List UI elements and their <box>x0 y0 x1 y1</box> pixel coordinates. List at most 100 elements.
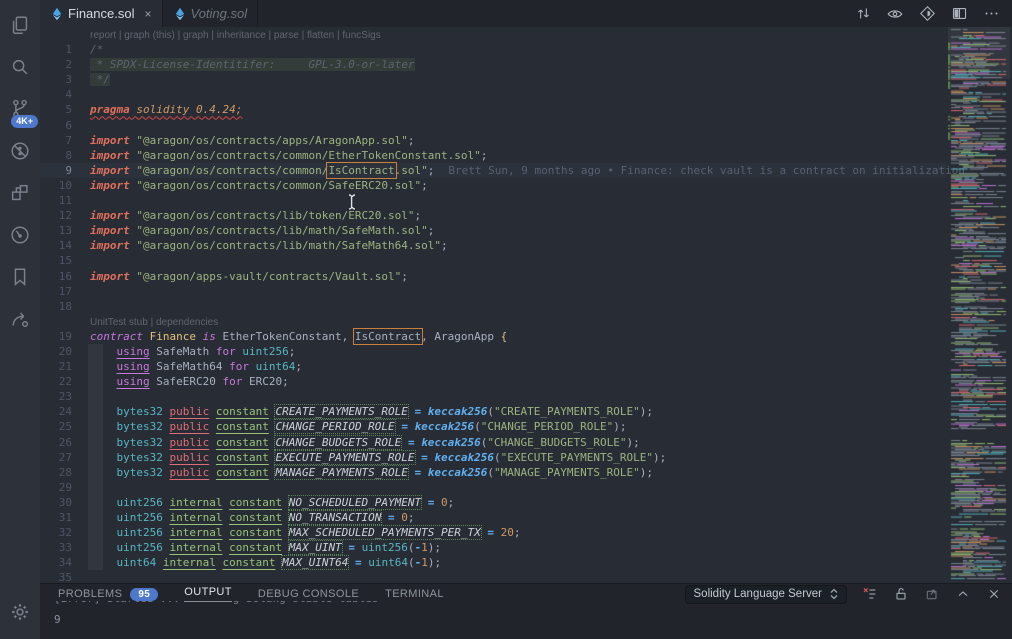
code-line[interactable]: 15 <box>40 253 946 268</box>
code-line[interactable]: 3 */ <box>40 72 946 87</box>
line-number[interactable]: 28 <box>40 465 72 480</box>
code-line[interactable]: 27 bytes32 public constant EXECUTE_PAYME… <box>40 450 946 465</box>
code-line[interactable]: 12import "@aragon/os/contracts/lib/token… <box>40 208 946 223</box>
line-number[interactable]: 7 <box>40 133 72 148</box>
code-line[interactable]: 31 uint256 internal constant NO_TRANSACT… <box>40 510 946 525</box>
line-number[interactable]: 17 <box>40 284 72 299</box>
line-number[interactable]: 10 <box>40 178 72 193</box>
code-line[interactable]: 11 <box>40 193 946 208</box>
code-line[interactable]: 30 uint256 internal constant NO_SCHEDULE… <box>40 495 946 510</box>
code-line[interactable]: 17 <box>40 284 946 299</box>
codelens[interactable]: UnitTest stub | dependencies <box>40 314 946 329</box>
codelens-text[interactable]: report | graph (this) | graph | inherita… <box>40 30 381 41</box>
code-line[interactable]: 25 bytes32 public constant CHANGE_PERIOD… <box>40 419 946 434</box>
code-line[interactable]: 18 <box>40 299 946 314</box>
line-number[interactable]: 30 <box>40 495 72 510</box>
code-line[interactable]: 1/* <box>40 42 946 57</box>
line-number[interactable]: 33 <box>40 540 72 555</box>
line-number[interactable]: 26 <box>40 435 72 450</box>
code-line[interactable]: 4 <box>40 87 946 102</box>
code-line[interactable]: 35 <box>40 570 946 583</box>
code-editor[interactable]: report | graph (this) | graph | inherita… <box>40 27 1012 583</box>
line-number[interactable]: 18 <box>40 299 72 314</box>
gauge-icon[interactable] <box>0 214 40 256</box>
line-number[interactable]: 15 <box>40 253 72 268</box>
code-line[interactable]: 10import "@aragon/os/contracts/common/Sa… <box>40 178 946 193</box>
line-number[interactable]: 13 <box>40 223 72 238</box>
tab-voting-sol[interactable]: Voting.sol <box>163 0 259 27</box>
line-number[interactable]: 22 <box>40 374 72 389</box>
code-line[interactable]: 32 uint256 internal constant MAX_SCHEDUL… <box>40 525 946 540</box>
code-line[interactable]: 24 bytes32 public constant CREATE_PAYMEN… <box>40 404 946 419</box>
line-number[interactable]: 20 <box>40 344 72 359</box>
line-number[interactable]: 6 <box>40 118 72 133</box>
minimap[interactable] <box>948 27 1010 583</box>
line-number[interactable]: 24 <box>40 404 72 419</box>
panel-tab-terminal[interactable]: TERMINAL <box>385 586 444 602</box>
share-icon[interactable] <box>0 298 40 340</box>
codelens[interactable]: report | graph (this) | graph | inherita… <box>40 27 946 42</box>
line-number[interactable]: 12 <box>40 208 72 223</box>
panel-tab-problems[interactable]: PROBLEMS95 <box>58 586 158 602</box>
output-content[interactable]: [Error] Started ... Scanning Solang stab… <box>40 601 1012 639</box>
line-number[interactable]: 35 <box>40 570 72 583</box>
line-number[interactable]: 21 <box>40 359 72 374</box>
line-number[interactable]: 27 <box>40 450 72 465</box>
clear-output-icon[interactable] <box>862 586 878 602</box>
code-line[interactable]: 6 <box>40 118 946 133</box>
line-number[interactable]: 31 <box>40 510 72 525</box>
code-line[interactable]: 34 uint64 internal constant MAX_UINT64 =… <box>40 555 946 570</box>
code-line[interactable]: 14import "@aragon/os/contracts/lib/math/… <box>40 238 946 253</box>
code-line[interactable]: 13import "@aragon/os/contracts/lib/math/… <box>40 223 946 238</box>
code-line[interactable]: 21 using SafeMath64 for uint64; <box>40 359 946 374</box>
code-line[interactable]: 2 * SPDX-License-Identitifer: GPL-3.0-or… <box>40 57 946 72</box>
panel-tab-debug-console[interactable]: DEBUG CONSOLE <box>258 586 359 602</box>
preview-icon[interactable] <box>886 5 904 23</box>
line-number[interactable]: 9 <box>40 163 72 178</box>
panel-tab-output[interactable]: OUTPUT <box>184 586 232 602</box>
extensions-icon[interactable] <box>0 172 40 214</box>
line-number[interactable]: 1 <box>40 42 72 57</box>
close-tab-icon[interactable]: × <box>144 7 151 21</box>
bookmarks-icon[interactable] <box>0 256 40 298</box>
open-changes-icon[interactable] <box>854 5 872 23</box>
unlock-icon[interactable] <box>893 586 909 602</box>
code-line[interactable]: 22 using SafeERC20 for ERC20; <box>40 374 946 389</box>
code-line[interactable]: 19contract Finance is EtherTokenConstant… <box>40 329 946 344</box>
code-line[interactable]: 20 using SafeMath for uint256; <box>40 344 946 359</box>
line-number[interactable]: 2 <box>40 57 72 72</box>
more-actions-icon[interactable] <box>982 5 1000 23</box>
line-number[interactable]: 25 <box>40 419 72 434</box>
code-line[interactable]: 26 bytes32 public constant CHANGE_BUDGET… <box>40 435 946 450</box>
code-line[interactable]: 23 <box>40 389 946 404</box>
line-number[interactable]: 29 <box>40 480 72 495</box>
code-line[interactable]: 5pragma solidity 0.4.24; <box>40 102 946 117</box>
settings-gear-icon[interactable] <box>0 591 40 633</box>
line-number[interactable]: 11 <box>40 193 72 208</box>
line-number[interactable]: 19 <box>40 329 72 344</box>
line-number[interactable]: 8 <box>40 148 72 163</box>
code-line[interactable]: 28 bytes32 public constant MANAGE_PAYMEN… <box>40 465 946 480</box>
line-number[interactable]: 4 <box>40 87 72 102</box>
code-line[interactable]: 29 <box>40 480 946 495</box>
tab-finance-sol[interactable]: Finance.sol× <box>40 0 163 27</box>
code-line[interactable]: 33 uint256 internal constant MAX_UINT = … <box>40 540 946 555</box>
debug-disabled-icon[interactable] <box>0 130 40 172</box>
search-icon[interactable] <box>0 46 40 88</box>
code-line[interactable]: 16import "@aragon/apps-vault/contracts/V… <box>40 269 946 284</box>
maximize-panel-icon[interactable] <box>955 586 971 602</box>
line-number[interactable]: 23 <box>40 389 72 404</box>
open-in-editor-icon[interactable] <box>924 586 940 602</box>
code-line[interactable]: 8import "@aragon/os/contracts/common/Eth… <box>40 148 946 163</box>
line-number[interactable]: 16 <box>40 269 72 284</box>
split-editor-icon[interactable] <box>950 5 968 23</box>
code-line[interactable]: 9import "@aragon/os/contracts/common/IsC… <box>40 163 946 178</box>
line-number[interactable]: 3 <box>40 72 72 87</box>
line-number[interactable]: 32 <box>40 525 72 540</box>
line-number[interactable]: 34 <box>40 555 72 570</box>
source-control-icon[interactable]: 4K+ <box>0 88 40 130</box>
line-number[interactable]: 14 <box>40 238 72 253</box>
code-line[interactable]: 7import "@aragon/os/contracts/apps/Arago… <box>40 133 946 148</box>
close-panel-icon[interactable] <box>986 586 1002 602</box>
codelens-text[interactable]: UnitTest stub | dependencies <box>40 317 218 328</box>
